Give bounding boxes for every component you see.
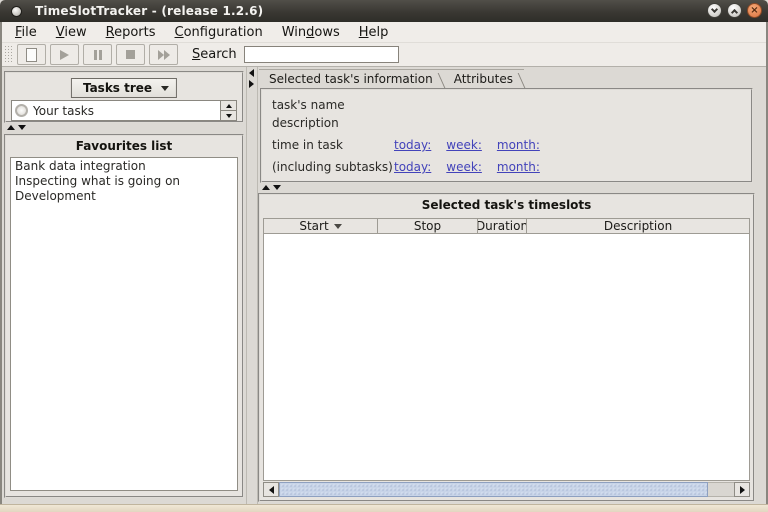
including-subtasks-label: (including subtasks) — [272, 159, 394, 176]
time-today-link[interactable]: today: — [394, 137, 431, 154]
column-header-description[interactable]: Description — [526, 218, 750, 234]
scroll-right-button[interactable] — [734, 482, 750, 497]
horizontal-scrollbar[interactable] — [263, 482, 750, 497]
tree-node-label: Your tasks — [33, 104, 94, 118]
search-input[interactable] — [244, 46, 399, 63]
collapse-left-icon[interactable] — [249, 69, 254, 77]
time-month-link[interactable]: month: — [497, 137, 540, 154]
collapse-up-icon[interactable] — [7, 125, 15, 130]
time-in-task-label: time in task — [272, 137, 394, 154]
task-info-panel: task's name description time in task tod… — [260, 88, 753, 183]
subtasks-today-link[interactable]: today: — [394, 159, 431, 176]
left-splitter[interactable] — [7, 125, 26, 130]
triangle-up-icon — [226, 104, 232, 108]
view-selector-combobox[interactable]: Tasks tree — [71, 78, 177, 98]
chevron-down-icon — [161, 86, 169, 91]
timeslots-table: Start Stop Duration Description — [263, 218, 750, 497]
favourites-panel: Favourites list Bank data integration In… — [4, 134, 244, 498]
view-selector-value: Tasks tree — [83, 81, 152, 95]
new-document-icon — [26, 48, 37, 62]
collapse-down-icon[interactable] — [18, 125, 26, 130]
play-icon — [60, 50, 69, 60]
chevron-down-icon — [711, 6, 718, 13]
collapse-right-icon[interactable] — [249, 80, 254, 88]
window-title: TimeSlotTracker - (release 1.2.6) — [35, 4, 263, 18]
minimize-button[interactable] — [707, 3, 722, 18]
stop-icon — [126, 50, 135, 59]
clock-icon — [15, 104, 28, 117]
triangle-down-icon — [226, 114, 232, 118]
tab-attributes[interactable]: Attributes — [444, 70, 519, 88]
maximize-button[interactable] — [727, 3, 742, 18]
tree-node-your-tasks[interactable]: Your tasks — [11, 100, 237, 121]
stop-timing-button[interactable] — [116, 44, 145, 65]
triangle-left-icon — [269, 486, 274, 494]
list-item[interactable]: Development — [11, 189, 237, 204]
new-task-button[interactable] — [17, 44, 46, 65]
scrollbar-thumb[interactable] — [279, 482, 708, 497]
table-body-empty[interactable] — [263, 234, 750, 481]
window-controls: × — [707, 3, 762, 18]
timeslots-panel: Selected task's timeslots Start Stop Dur… — [258, 193, 755, 502]
app-icon — [11, 6, 22, 17]
panel-splitter[interactable] — [246, 67, 258, 504]
pause-icon — [94, 50, 102, 60]
menu-view[interactable]: View — [51, 23, 92, 42]
tree-spinner — [220, 101, 236, 120]
fast-forward-icon — [158, 50, 170, 60]
tasks-tree-panel: Tasks tree Your tasks — [4, 71, 244, 123]
toolbar-drag-handle[interactable] — [4, 45, 12, 64]
sort-desc-icon — [334, 224, 342, 229]
close-button[interactable]: × — [747, 3, 762, 18]
menu-file[interactable]: File — [10, 23, 42, 42]
start-timing-button[interactable] — [50, 44, 79, 65]
menubar: File View Reports Configuration Windows … — [2, 22, 766, 43]
spinner-up-button[interactable] — [221, 101, 236, 111]
subtasks-month-link[interactable]: month: — [497, 159, 540, 176]
column-header-stop[interactable]: Stop — [377, 218, 478, 234]
scroll-left-button[interactable] — [263, 482, 279, 497]
toolbar: Search — [2, 43, 766, 67]
search-label: Search — [192, 47, 237, 62]
column-header-start[interactable]: Start — [263, 218, 378, 234]
collapse-down-icon[interactable] — [273, 185, 281, 190]
titlebar[interactable]: TimeSlotTracker - (release 1.2.6) × — [0, 0, 768, 22]
time-week-link[interactable]: week: — [446, 137, 482, 154]
fast-forward-button[interactable] — [149, 44, 178, 65]
tab-bar: Selected task's information Attributes — [259, 69, 524, 88]
chevron-up-icon — [731, 9, 738, 16]
scrollbar-track[interactable] — [708, 482, 734, 497]
spinner-down-button[interactable] — [221, 111, 236, 120]
app-window: TimeSlotTracker - (release 1.2.6) × File… — [0, 0, 768, 512]
favourites-list[interactable]: Bank data integration Inspecting what is… — [10, 157, 238, 491]
pause-timing-button[interactable] — [83, 44, 112, 65]
table-header-row: Start Stop Duration Description — [263, 218, 750, 234]
list-item[interactable]: Bank data integration — [11, 159, 237, 174]
task-name-label: task's name — [272, 96, 741, 114]
menu-reports[interactable]: Reports — [101, 23, 161, 42]
column-header-duration[interactable]: Duration — [477, 218, 527, 234]
right-splitter[interactable] — [262, 185, 281, 190]
menu-configuration[interactable]: Configuration — [170, 23, 268, 42]
collapse-up-icon[interactable] — [262, 185, 270, 190]
window-frame-left — [0, 22, 2, 512]
menu-windows[interactable]: Windows — [277, 23, 345, 42]
list-item[interactable]: Inspecting what is going on — [11, 174, 237, 189]
task-description-label: description — [272, 114, 741, 132]
subtasks-week-link[interactable]: week: — [446, 159, 482, 176]
timeslots-title: Selected task's timeslots — [260, 195, 753, 212]
tab-selected-task-information[interactable]: Selected task's information — [259, 70, 439, 88]
favourites-title: Favourites list — [6, 136, 242, 153]
window-frame-bottom — [0, 504, 768, 512]
triangle-right-icon — [740, 486, 745, 494]
menu-help[interactable]: Help — [354, 23, 394, 42]
